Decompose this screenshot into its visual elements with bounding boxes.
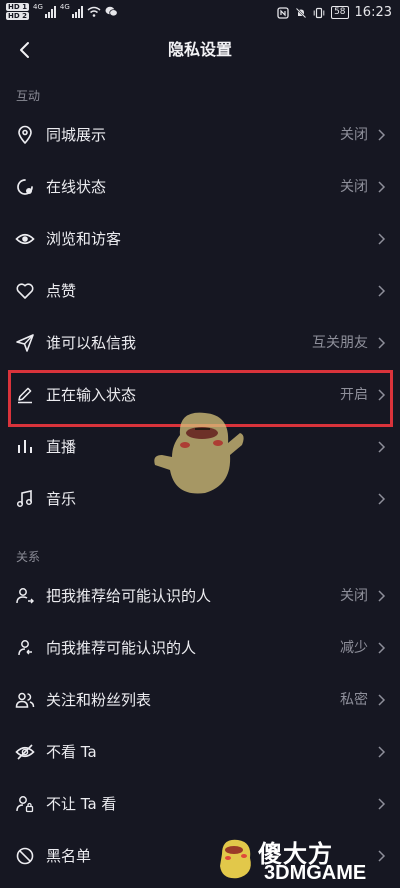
clock: 16:23 — [354, 5, 392, 20]
chevron-right-icon — [378, 746, 386, 758]
sim2-label: HD 2 — [6, 12, 29, 20]
setting-label: 向我推荐可能认识的人 — [46, 639, 197, 657]
battery-icon: 58 — [331, 6, 349, 19]
network-type-2: 4G — [59, 3, 70, 11]
chevron-right-icon — [378, 129, 386, 141]
setting-value: 互关朋友 — [312, 335, 368, 351]
watermark-sub: 3DMGAME — [264, 862, 367, 884]
setting-row-dont-let-see[interactable]: 不让 Ta 看 — [0, 778, 400, 830]
chevron-right-icon — [378, 441, 386, 453]
user-lock-icon — [16, 796, 34, 813]
network-type-1: 4G — [32, 3, 43, 11]
setting-row-local-display[interactable]: 同城展示 关闭 — [0, 109, 400, 161]
setting-label: 音乐 — [46, 490, 77, 508]
live-bars-icon — [18, 440, 32, 453]
chevron-right-icon — [378, 642, 386, 654]
status-bar: HD 1 HD 2 4G 4G 58 16:23 — [0, 0, 400, 28]
status-right: 58 16:23 — [277, 5, 392, 20]
eye-off-icon — [15, 744, 35, 760]
setting-label: 直播 — [46, 438, 77, 456]
signal-icon — [44, 5, 56, 18]
chevron-right-icon — [378, 590, 386, 602]
setting-label: 同城展示 — [46, 126, 107, 144]
setting-row-follow-fans-list[interactable]: 关注和粉丝列表 私密 — [0, 674, 400, 726]
chevron-right-icon — [378, 493, 386, 505]
setting-label: 不看 Ta — [46, 743, 97, 761]
heart-icon — [16, 283, 34, 299]
mute-bell-icon — [295, 7, 307, 18]
eye-icon — [15, 233, 35, 245]
user-share-icon — [16, 588, 34, 604]
status-left: HD 1 HD 2 4G 4G — [6, 3, 118, 20]
nav-bar: 隐私设置 — [0, 28, 400, 72]
setting-row-recommend-me-to-others[interactable]: 把我推荐给可能认识的人 关闭 — [0, 570, 400, 622]
send-icon — [16, 334, 34, 352]
chevron-right-icon — [378, 233, 386, 245]
setting-label: 黑名单 — [46, 847, 92, 865]
music-note-icon — [16, 490, 33, 508]
setting-label: 关注和粉丝列表 — [46, 691, 152, 709]
chevron-right-icon — [378, 798, 386, 810]
location-pin-icon — [18, 125, 32, 145]
chevron-right-icon — [378, 285, 386, 297]
section-header-relations: 关系 — [16, 550, 41, 564]
setting-row-recommend-to-me[interactable]: 向我推荐可能认识的人 减少 — [0, 622, 400, 674]
setting-value: 关闭 — [340, 179, 368, 195]
chevron-right-icon — [378, 694, 386, 706]
wifi-icon — [87, 6, 101, 17]
setting-label: 点赞 — [46, 282, 77, 300]
users-icon — [15, 692, 35, 708]
setting-label: 在线状态 — [46, 178, 107, 196]
chevron-right-icon — [378, 181, 386, 193]
setting-row-dont-see[interactable]: 不看 Ta — [0, 726, 400, 778]
setting-label: 谁可以私信我 — [46, 334, 137, 352]
setting-value: 私密 — [340, 692, 368, 708]
page-title: 隐私设置 — [167, 40, 232, 59]
site-watermark: 傻大方 3DMGAME — [214, 830, 394, 888]
chevron-right-icon — [378, 337, 386, 349]
setting-value: 关闭 — [340, 127, 368, 143]
setting-label: 不让 Ta 看 — [46, 795, 117, 813]
signal-icon-2 — [71, 5, 83, 18]
setting-row-online-status[interactable]: 在线状态 关闭 — [0, 161, 400, 213]
setting-row-likes[interactable]: 点赞 — [0, 265, 400, 317]
setting-row-who-can-message[interactable]: 谁可以私信我 互关朋友 — [0, 317, 400, 369]
nfc-icon — [277, 6, 289, 19]
sim1-label: HD 1 — [6, 3, 29, 11]
setting-value: 关闭 — [340, 588, 368, 604]
setting-label: 把我推荐给可能认识的人 — [46, 587, 212, 605]
sim-indicators: HD 1 HD 2 — [6, 3, 29, 20]
wechat-icon — [105, 6, 118, 17]
vibrate-icon — [313, 7, 325, 18]
chick-logo-icon — [220, 839, 251, 879]
user-recommend-icon — [18, 640, 32, 656]
mascot-watermark-image — [154, 412, 244, 494]
online-status-icon — [17, 179, 33, 195]
setting-row-browse-visitors[interactable]: 浏览和访客 — [0, 213, 400, 265]
block-icon — [16, 847, 34, 865]
setting-label: 浏览和访客 — [46, 230, 122, 248]
setting-value: 减少 — [340, 640, 368, 656]
section-header-interaction: 互动 — [16, 89, 41, 103]
